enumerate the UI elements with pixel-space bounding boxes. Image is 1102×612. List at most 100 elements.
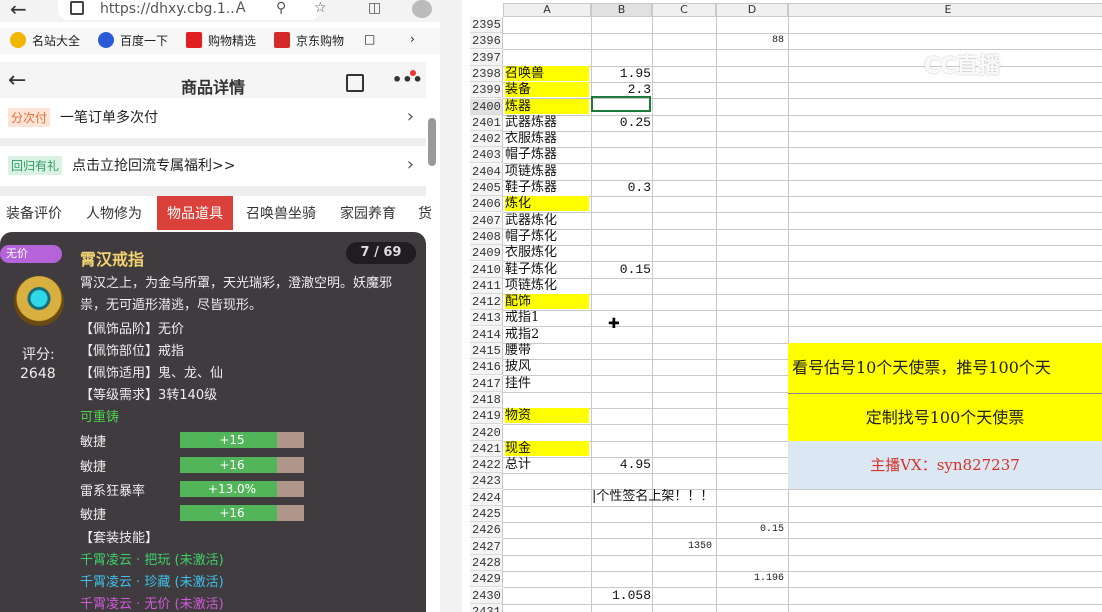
row-number[interactable]: 2408 bbox=[470, 229, 503, 245]
row-number[interactable]: 2405 bbox=[470, 180, 503, 196]
row-number[interactable]: 2417 bbox=[470, 376, 503, 392]
cell-value[interactable]: 1.196 bbox=[716, 573, 784, 584]
row-number[interactable]: 2395 bbox=[470, 17, 503, 33]
zoom-icon[interactable]: ⚲ bbox=[276, 0, 286, 16]
cell-b[interactable] bbox=[591, 506, 651, 521]
cell-b[interactable] bbox=[591, 425, 651, 440]
cell-b[interactable] bbox=[591, 343, 651, 358]
row-number[interactable]: 2404 bbox=[470, 164, 503, 180]
cell-a[interactable] bbox=[505, 425, 589, 440]
cell-b[interactable] bbox=[591, 33, 651, 48]
back-arrow-icon[interactable]: ← bbox=[10, 0, 27, 21]
cell-ad-contact[interactable]: 主播VX：syn827237 bbox=[788, 441, 1102, 489]
scrollbar-thumb[interactable] bbox=[428, 118, 436, 166]
column-header-c[interactable]: C bbox=[652, 3, 716, 17]
cell-a[interactable]: 炼器 bbox=[505, 99, 589, 114]
cell-a[interactable] bbox=[505, 473, 589, 488]
bookmark-item[interactable]: 名站大全 bbox=[10, 32, 80, 49]
cell-b[interactable] bbox=[591, 441, 651, 456]
cell-b[interactable] bbox=[591, 571, 651, 586]
cell-b[interactable]: 4.95 bbox=[591, 457, 651, 472]
cell-a[interactable]: 装备 bbox=[505, 82, 589, 97]
cell-b[interactable] bbox=[591, 473, 651, 488]
row-number[interactable]: 2414 bbox=[470, 327, 503, 343]
cell-b[interactable] bbox=[591, 131, 651, 146]
cell-b[interactable] bbox=[591, 555, 651, 570]
cell-a[interactable]: 武器炼化 bbox=[505, 213, 589, 228]
row-number[interactable]: 2419 bbox=[470, 408, 503, 424]
cell-a[interactable]: 配饰 bbox=[505, 294, 589, 309]
bookmark-item[interactable]: 京东购物 bbox=[274, 32, 344, 49]
cell-a[interactable]: 挂件 bbox=[505, 376, 589, 391]
tab-home[interactable]: 家园养育 bbox=[340, 196, 396, 230]
profile-avatar[interactable] bbox=[412, 0, 432, 18]
cell-b[interactable] bbox=[591, 408, 651, 423]
cell-a[interactable]: 衣服炼器 bbox=[505, 131, 589, 146]
cell-a[interactable] bbox=[505, 555, 589, 570]
cell-b[interactable] bbox=[591, 392, 651, 407]
tab-character-cultivation[interactable]: 人物修为 bbox=[86, 196, 142, 230]
cell-b[interactable] bbox=[591, 359, 651, 374]
favorite-star-icon[interactable]: ☆ bbox=[314, 0, 327, 16]
cell-b[interactable] bbox=[591, 229, 651, 244]
cell-a[interactable]: 项链炼器 bbox=[505, 164, 589, 179]
cell-a[interactable] bbox=[505, 571, 589, 586]
row-number[interactable]: 2409 bbox=[470, 245, 503, 261]
row-number[interactable]: 2397 bbox=[470, 50, 503, 66]
column-header-a[interactable]: A bbox=[503, 3, 591, 17]
cell-b[interactable] bbox=[591, 147, 651, 162]
row-number[interactable]: 2423 bbox=[470, 473, 503, 489]
cell-a[interactable]: 炼化 bbox=[505, 196, 589, 211]
cell-value[interactable]: 1350 bbox=[652, 541, 712, 552]
row-number[interactable]: 2407 bbox=[470, 213, 503, 229]
cell-a[interactable]: 戒指2 bbox=[505, 327, 589, 342]
cell-b[interactable] bbox=[591, 164, 651, 179]
promo-installment[interactable]: 分次付 一笔订单多次付 › bbox=[0, 98, 426, 138]
cell-b[interactable]: 1.058 bbox=[591, 588, 651, 603]
cell-a[interactable]: 鞋子炼化 bbox=[505, 262, 589, 277]
file-icon[interactable]: □ bbox=[364, 32, 375, 46]
row-number[interactable]: 2420 bbox=[470, 425, 503, 441]
row-number[interactable]: 2416 bbox=[470, 359, 503, 375]
cell-b[interactable]: 0.3 bbox=[591, 180, 651, 195]
cell-b[interactable] bbox=[591, 196, 651, 211]
cell-b[interactable] bbox=[591, 310, 651, 325]
row-number[interactable]: 2399 bbox=[470, 82, 503, 98]
bookmark-item[interactable]: 百度一下 bbox=[98, 32, 168, 49]
cell-a[interactable]: 召唤兽 bbox=[505, 66, 589, 81]
cell-a[interactable] bbox=[505, 33, 589, 48]
row-number[interactable]: 2430 bbox=[470, 588, 503, 604]
row-number[interactable]: 2398 bbox=[470, 66, 503, 82]
cell-b[interactable] bbox=[591, 539, 651, 554]
cell-b[interactable] bbox=[591, 327, 651, 342]
cell-b[interactable] bbox=[591, 278, 651, 293]
cell-value[interactable]: 0.15 bbox=[716, 524, 784, 535]
row-number[interactable]: 2402 bbox=[470, 131, 503, 147]
cell-b[interactable]: 2.3 bbox=[591, 82, 651, 97]
cell-a[interactable] bbox=[505, 17, 589, 32]
column-header-e[interactable]: E bbox=[788, 3, 1102, 17]
tab-summon-mount[interactable]: 召唤兽坐骑 bbox=[246, 196, 316, 230]
row-number[interactable]: 2411 bbox=[470, 278, 503, 294]
cell-signature-note[interactable]: |个性签名上架！！！ bbox=[592, 489, 718, 505]
cell-a[interactable] bbox=[505, 604, 589, 612]
cell-a[interactable] bbox=[505, 522, 589, 537]
cell-a[interactable]: 帽子炼器 bbox=[505, 147, 589, 162]
cell-a[interactable]: 总计 bbox=[505, 457, 589, 472]
row-number[interactable]: 2429 bbox=[470, 571, 503, 587]
cell-ad-custom[interactable]: 定制找号100个天使票 bbox=[788, 393, 1102, 441]
cell-a[interactable] bbox=[505, 588, 589, 603]
cell-a[interactable]: 戒指1 bbox=[505, 310, 589, 325]
cell-b[interactable] bbox=[591, 604, 651, 612]
cell-b[interactable] bbox=[591, 294, 651, 309]
share-icon[interactable] bbox=[346, 74, 364, 92]
cell-b[interactable] bbox=[591, 50, 651, 65]
column-header-d[interactable]: D bbox=[716, 3, 788, 17]
row-number[interactable]: 2431 bbox=[470, 604, 503, 612]
split-screen-icon[interactable]: ◫ bbox=[368, 0, 381, 16]
row-number[interactable]: 2424 bbox=[470, 490, 503, 506]
cell-b[interactable] bbox=[591, 245, 651, 260]
row-number[interactable]: 2422 bbox=[470, 457, 503, 473]
row-number[interactable]: 2406 bbox=[470, 196, 503, 212]
cell-a[interactable] bbox=[505, 50, 589, 65]
